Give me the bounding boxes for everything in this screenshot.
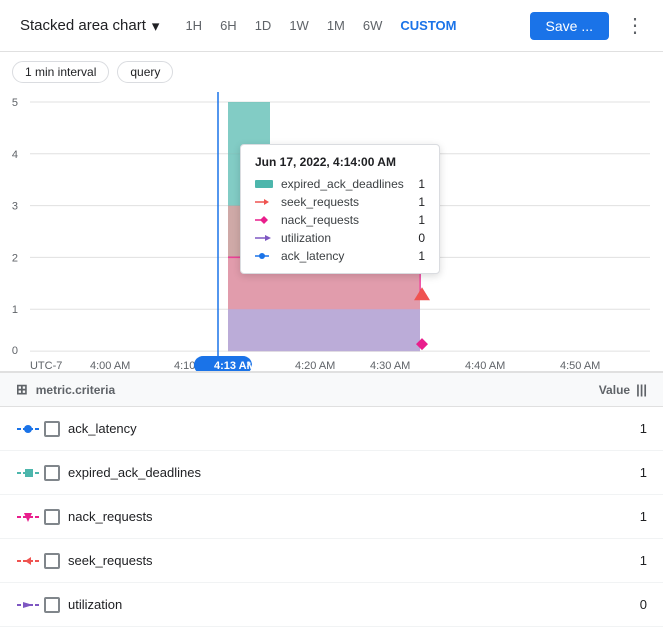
svg-text:4:10: 4:10 (174, 360, 195, 371)
interval-tag[interactable]: 1 min interval (12, 61, 109, 83)
header: Stacked area chart ▾ 1H 6H 1D 1W 1M 6W C… (0, 0, 663, 52)
table-row: utilization 0 (0, 583, 663, 627)
row-icon-nack (16, 508, 40, 526)
tooltip-icon-expired (255, 179, 273, 189)
table-header-metric: ⊞ metric.criteria (16, 381, 599, 398)
dropdown-icon: ▾ (152, 17, 160, 35)
tooltip-label-expired: expired_ack_deadlines (281, 177, 405, 191)
time-btn-1m[interactable]: 1M (319, 14, 353, 37)
chart-title-dropdown[interactable]: Stacked area chart ▾ (12, 13, 167, 39)
row-checkbox-expired[interactable] (44, 465, 60, 481)
tooltip-icon-seek (255, 197, 273, 207)
row-checkbox-seek[interactable] (44, 553, 60, 569)
tooltip-icon-nack (255, 215, 273, 225)
row-label-ack-latency: ack_latency (68, 421, 627, 436)
tooltip-label-util: utilization (281, 231, 405, 245)
tooltip-label-ack: ack_latency (281, 249, 405, 263)
row-label-nack: nack_requests (68, 509, 627, 524)
time-btn-6h[interactable]: 6H (212, 14, 245, 37)
tooltip-val-ack: 1 (413, 249, 425, 263)
time-range-buttons: 1H 6H 1D 1W 1M 6W CUSTOM (177, 14, 464, 37)
table-header: ⊞ metric.criteria Value ||| (0, 373, 663, 407)
row-checkbox-nack[interactable] (44, 509, 60, 525)
row-label-expired: expired_ack_deadlines (68, 465, 627, 480)
svg-text:UTC-7: UTC-7 (30, 360, 62, 371)
svg-text:4:30 AM: 4:30 AM (370, 360, 410, 371)
tooltip-icon-util (255, 233, 273, 243)
tooltip-row-expired: expired_ack_deadlines 1 (255, 177, 425, 191)
svg-text:5: 5 (12, 97, 18, 109)
table-row: ack_latency 1 (0, 407, 663, 451)
row-icon-util (16, 596, 40, 614)
tooltip-val-expired: 1 (413, 177, 425, 191)
row-icon-expired (16, 464, 40, 482)
svg-text:4:00 AM: 4:00 AM (90, 360, 130, 371)
tooltip-label-nack: nack_requests (281, 213, 405, 227)
row-checkbox-util[interactable] (44, 597, 60, 613)
row-checkbox-ack-latency[interactable] (44, 421, 60, 437)
row-icon-ack-latency (16, 420, 40, 438)
tooltip-val-seek: 1 (413, 195, 425, 209)
svg-text:4:50 AM: 4:50 AM (560, 360, 600, 371)
sub-header: 1 min interval query (0, 52, 663, 92)
metric-grid-icon: ⊞ (16, 381, 28, 398)
tooltip-label-seek: seek_requests (281, 195, 405, 209)
tooltip: Jun 17, 2022, 4:14:00 AM expired_ack_dea… (240, 144, 440, 274)
row-label-seek: seek_requests (68, 553, 627, 568)
row-value-ack-latency: 1 (627, 421, 647, 436)
svg-text:4:40 AM: 4:40 AM (465, 360, 505, 371)
time-btn-1d[interactable]: 1D (247, 14, 280, 37)
svg-text:×: × (246, 360, 252, 371)
svg-text:1: 1 (12, 304, 18, 316)
svg-text:4:20 AM: 4:20 AM (295, 360, 335, 371)
row-label-util: utilization (68, 597, 627, 612)
time-btn-1w[interactable]: 1W (281, 14, 317, 37)
tooltip-row-util: utilization 0 (255, 231, 425, 245)
table-row: seek_requests 1 (0, 539, 663, 583)
table-row: expired_ack_deadlines 1 (0, 451, 663, 495)
row-value-util: 0 (627, 597, 647, 612)
tooltip-title: Jun 17, 2022, 4:14:00 AM (255, 155, 425, 169)
columns-icon[interactable]: ||| (636, 382, 647, 397)
row-value-seek: 1 (627, 553, 647, 568)
tooltip-row-nack: nack_requests 1 (255, 213, 425, 227)
svg-text:4: 4 (12, 149, 18, 161)
tooltip-val-nack: 1 (413, 213, 425, 227)
time-btn-6w[interactable]: 6W (355, 14, 391, 37)
save-button[interactable]: Save ... (530, 12, 609, 40)
svg-text:2: 2 (12, 252, 18, 264)
table-row: nack_requests 1 (0, 495, 663, 539)
time-btn-1h[interactable]: 1H (177, 14, 210, 37)
tooltip-row-ack: ack_latency 1 (255, 249, 425, 263)
chart-title-label: Stacked area chart (20, 17, 146, 34)
tooltip-icon-ack (255, 251, 273, 261)
table-section: ⊞ metric.criteria Value ||| ack_latency … (0, 372, 663, 627)
time-btn-custom[interactable]: CUSTOM (392, 14, 464, 37)
value-label: Value (599, 383, 630, 397)
more-options-button[interactable]: ⋮ (619, 9, 651, 42)
table-header-value: Value ||| (599, 382, 647, 397)
row-value-expired: 1 (627, 465, 647, 480)
svg-text:3: 3 (12, 201, 18, 213)
row-value-nack: 1 (627, 509, 647, 524)
tooltip-val-util: 0 (413, 231, 425, 245)
row-icon-seek (16, 552, 40, 570)
tooltip-row-seek: seek_requests 1 (255, 195, 425, 209)
query-tag[interactable]: query (117, 61, 173, 83)
metric-criteria-label: metric.criteria (36, 383, 115, 397)
chart-container: 5 4 3 2 1 0 UTC-7 4:00 AM 4:10 (0, 92, 663, 372)
svg-text:0: 0 (12, 345, 18, 357)
